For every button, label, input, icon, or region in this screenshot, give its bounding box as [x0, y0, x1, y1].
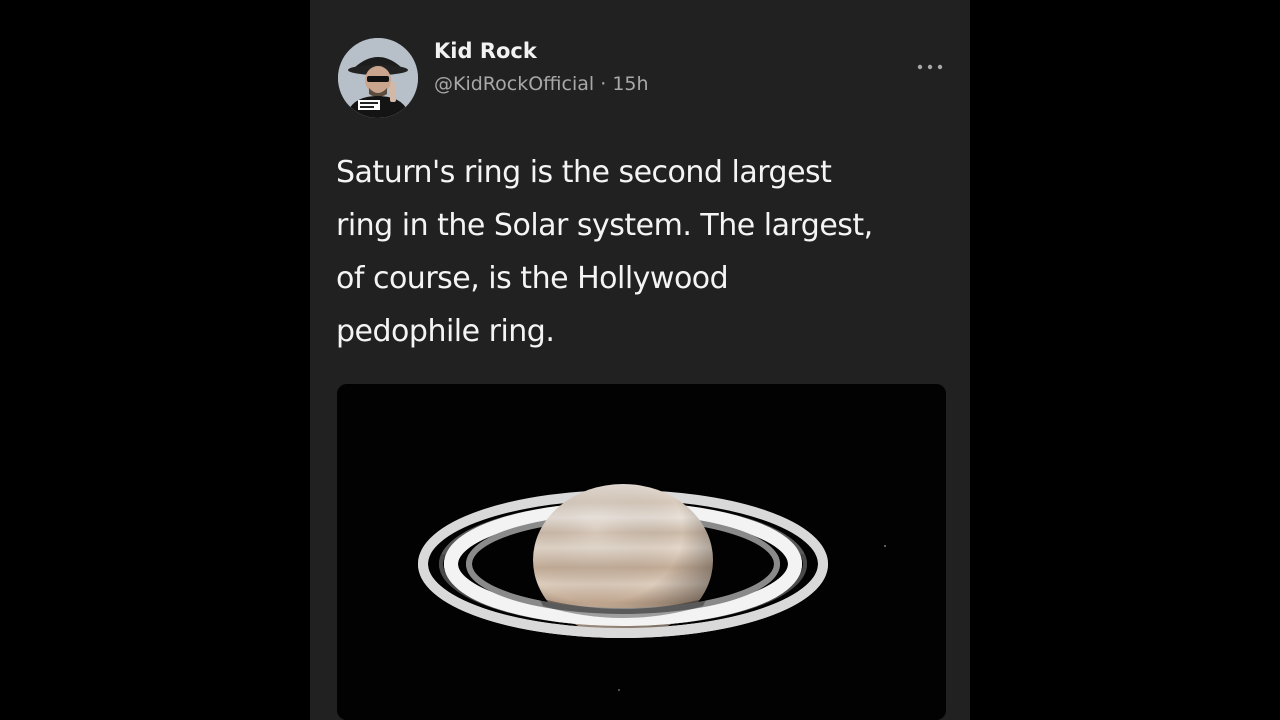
author-name[interactable]: Kid Rock	[434, 36, 537, 66]
tweet-text: Saturn's ring is the second largest ring…	[336, 155, 873, 349]
author-avatar[interactable]	[338, 38, 418, 118]
author-meta: @KidRockOfficial · 15h	[434, 70, 649, 98]
more-horizontal-icon	[917, 64, 943, 70]
tweet-timestamp[interactable]: 15h	[612, 73, 648, 95]
saturn-photo	[337, 384, 946, 720]
avatar-photo	[338, 38, 418, 118]
tweet-media-image[interactable]	[337, 384, 946, 720]
more-options-button[interactable]	[910, 50, 950, 84]
tweet-card[interactable]: Kid Rock @KidRockOfficial · 15h Saturn's…	[310, 0, 970, 720]
meta-separator: ·	[600, 73, 607, 95]
author-handle[interactable]: @KidRockOfficial	[434, 73, 594, 95]
